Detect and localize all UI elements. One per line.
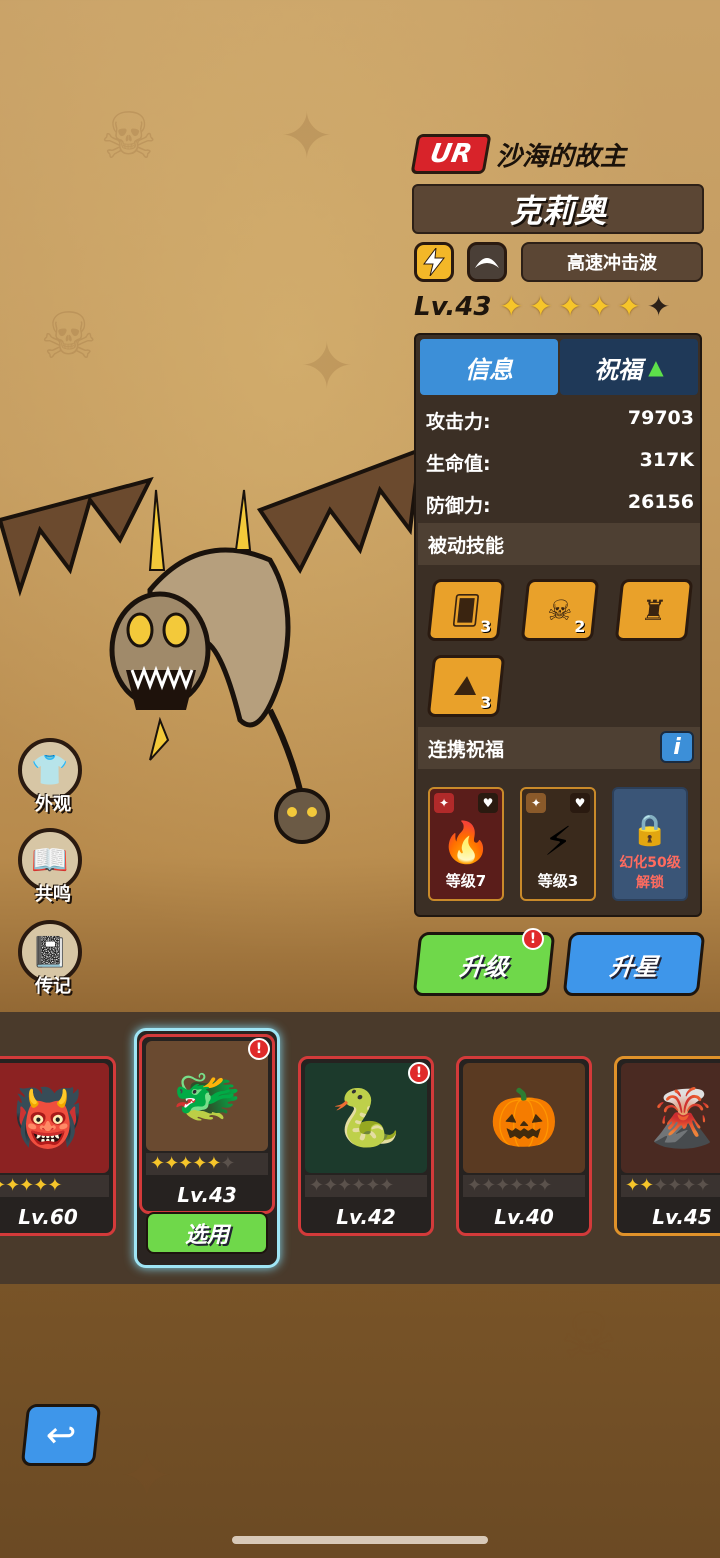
rock-lightning-icon: ⛰ [452,669,480,702]
background-pattern-icon: ✦ [120,1440,174,1514]
roster-alert-badge: ! [408,1062,430,1084]
hero-info-panel: 信息 祝福 ▲ 攻击力: 79703 生命值: 317K 防御力: 26156 被动技能… [414,333,702,917]
info-button[interactable]: i [660,731,694,763]
roster-hero-card[interactable]: 🌋 ✦✦✦✦✦✦ Lv.45 [614,1056,720,1236]
fire-spirit-icon: 🔥 [441,820,491,866]
heart-hands-icon: ♥ [570,793,590,813]
stat-defense: 防御力: 26156 [426,491,694,517]
passive-skill-hooded-figure[interactable]: ♜ [614,579,694,641]
tab-bless[interactable]: 祝福 ▲ [560,339,698,395]
roster-hero-card[interactable]: 🎃 ✦✦✦✦✦✦ Lv.40 [456,1056,592,1236]
background-pattern-icon: ☠ [40,300,98,374]
lightning-element-icon[interactable] [414,242,454,282]
roster-hero-card-current[interactable]: 🐲 ✦✦✦✦✦✦ Lv.43 [139,1034,275,1214]
heart-hands-icon: ♥ [478,793,498,813]
stat-health: 生命值: 317K [426,449,694,475]
passive-skills-header: 被动技能 [418,523,700,565]
choose-button[interactable]: 选用 [146,1212,268,1254]
hero-name: 克莉奥 [412,184,704,234]
hooded-figure-icon: ♜ [639,593,669,627]
home-indicator[interactable] [232,1536,488,1544]
wing-class-icon[interactable] [467,242,507,282]
star-icon: ✦ [558,290,582,323]
demon-portrait-icon: 👹 [0,1063,109,1173]
lightning-orb-icon: ⚡ [543,819,573,865]
link-bless-card-lightning[interactable]: ✦ ♥ ⚡ 等级3 [520,787,596,901]
skill-name-button[interactable]: 高速冲击波 [521,242,703,282]
element-corner-icon: ✦ [434,793,454,813]
star-icon: ✦ [617,290,641,323]
resonance-button[interactable]: 📖 共鸣 [18,828,88,908]
back-arrow-icon: ↩ [43,1414,79,1456]
passive-skill-card-lightning[interactable]: 🂠 3 [426,579,506,641]
background-pattern-icon: ✦ [300,330,354,404]
passive-skill-skull-gear[interactable]: ☠ 2 [520,579,600,641]
background-pattern-icon: ☠ [100,100,158,174]
hero-title: 沙海的故主 [496,142,627,172]
roster-alert-badge: ! [248,1038,270,1060]
roster-hero-card[interactable]: 👹 ✦✦✦✦✦ Lv.60 [0,1056,116,1236]
link-bless-card-fire[interactable]: ✦ ♥ 🔥 等级7 [428,787,504,901]
element-corner-icon: ✦ [526,793,546,813]
passive-skill-rock-lightning[interactable]: ⛰ 3 [426,655,506,717]
hero-level: Lv.43 [414,291,492,322]
stat-attack: 攻击力: 79703 [426,407,694,433]
link-bless-header: 连携祝福 [418,727,700,769]
tab-info[interactable]: 信息 [420,339,558,395]
pumpkin-portrait-icon: 🎃 [463,1063,585,1173]
skull-gear-icon: ☠ [545,593,575,627]
lock-icon: 🔒 [631,813,669,848]
star-icon: ✦ [528,290,553,323]
lava-beast-portrait-icon: 🌋 [621,1063,720,1173]
arrow-up-icon: ▲ [648,355,664,379]
level-row: Lv.43 ✦ ✦ ✦ ✦ ✦ ✦ [414,290,676,323]
biography-button[interactable]: 📓 传记 [18,920,88,1000]
card-lightning-icon: 🂠 [449,593,483,627]
star-empty-icon: ✦ [646,290,671,323]
appearance-button[interactable]: 👕 外观 [18,738,88,818]
star-icon: ✦ [499,290,523,323]
rarity-badge: UR [410,134,492,174]
serpent-portrait-icon: 🐍 [305,1063,427,1173]
background-pattern-icon: ☠ [560,1300,618,1374]
background-pattern-icon: ✦ [280,100,334,174]
sand-dragon-portrait-icon: 🐲 [146,1041,268,1151]
upgrade-alert-badge: ! [522,928,544,950]
star-icon: ✦ [587,290,612,323]
star-up-button[interactable]: 升星 [562,932,706,996]
back-button[interactable]: ↩ [20,1404,102,1466]
link-bless-card-locked[interactable]: 🔒 幻化50级 解锁 [612,787,688,901]
